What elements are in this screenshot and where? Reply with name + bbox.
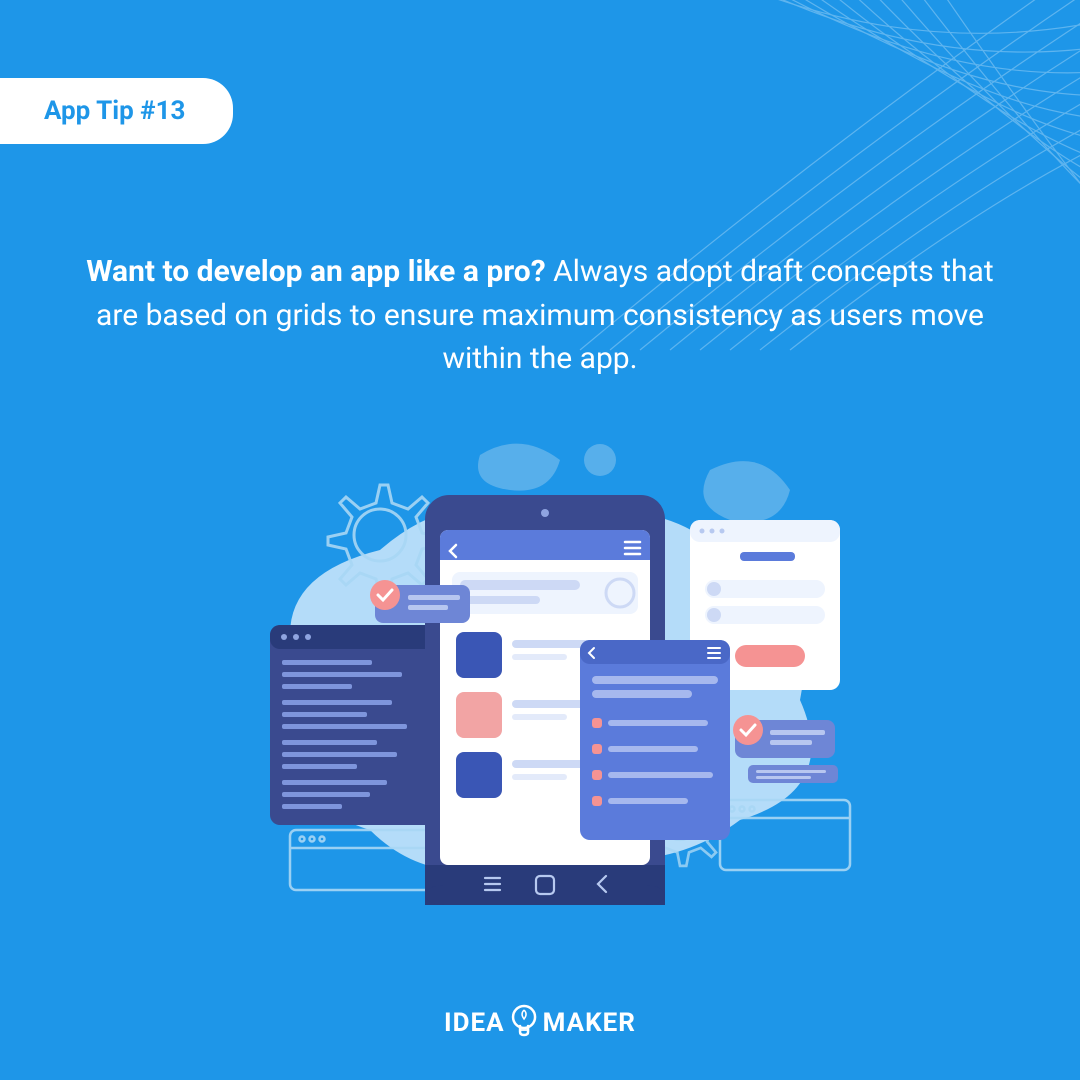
lightbulb-icon [511, 1004, 537, 1042]
logo-right: MAKER [543, 1008, 636, 1038]
logo-left: IDEA [444, 1008, 505, 1038]
wireframe-window [720, 800, 850, 870]
headline: Want to develop an app like a pro? Alway… [80, 250, 1000, 381]
brand-logo: IDEA MAKER [444, 1004, 636, 1042]
tip-badge-label: App Tip #13 [44, 96, 185, 126]
app-illustration [200, 400, 880, 920]
code-window [270, 625, 440, 825]
floating-card [580, 640, 730, 840]
notification-badge [370, 580, 470, 623]
tip-badge: App Tip #13 [0, 78, 233, 144]
headline-bold: Want to develop an app like a pro? [86, 254, 545, 289]
notification-badge [733, 715, 838, 783]
